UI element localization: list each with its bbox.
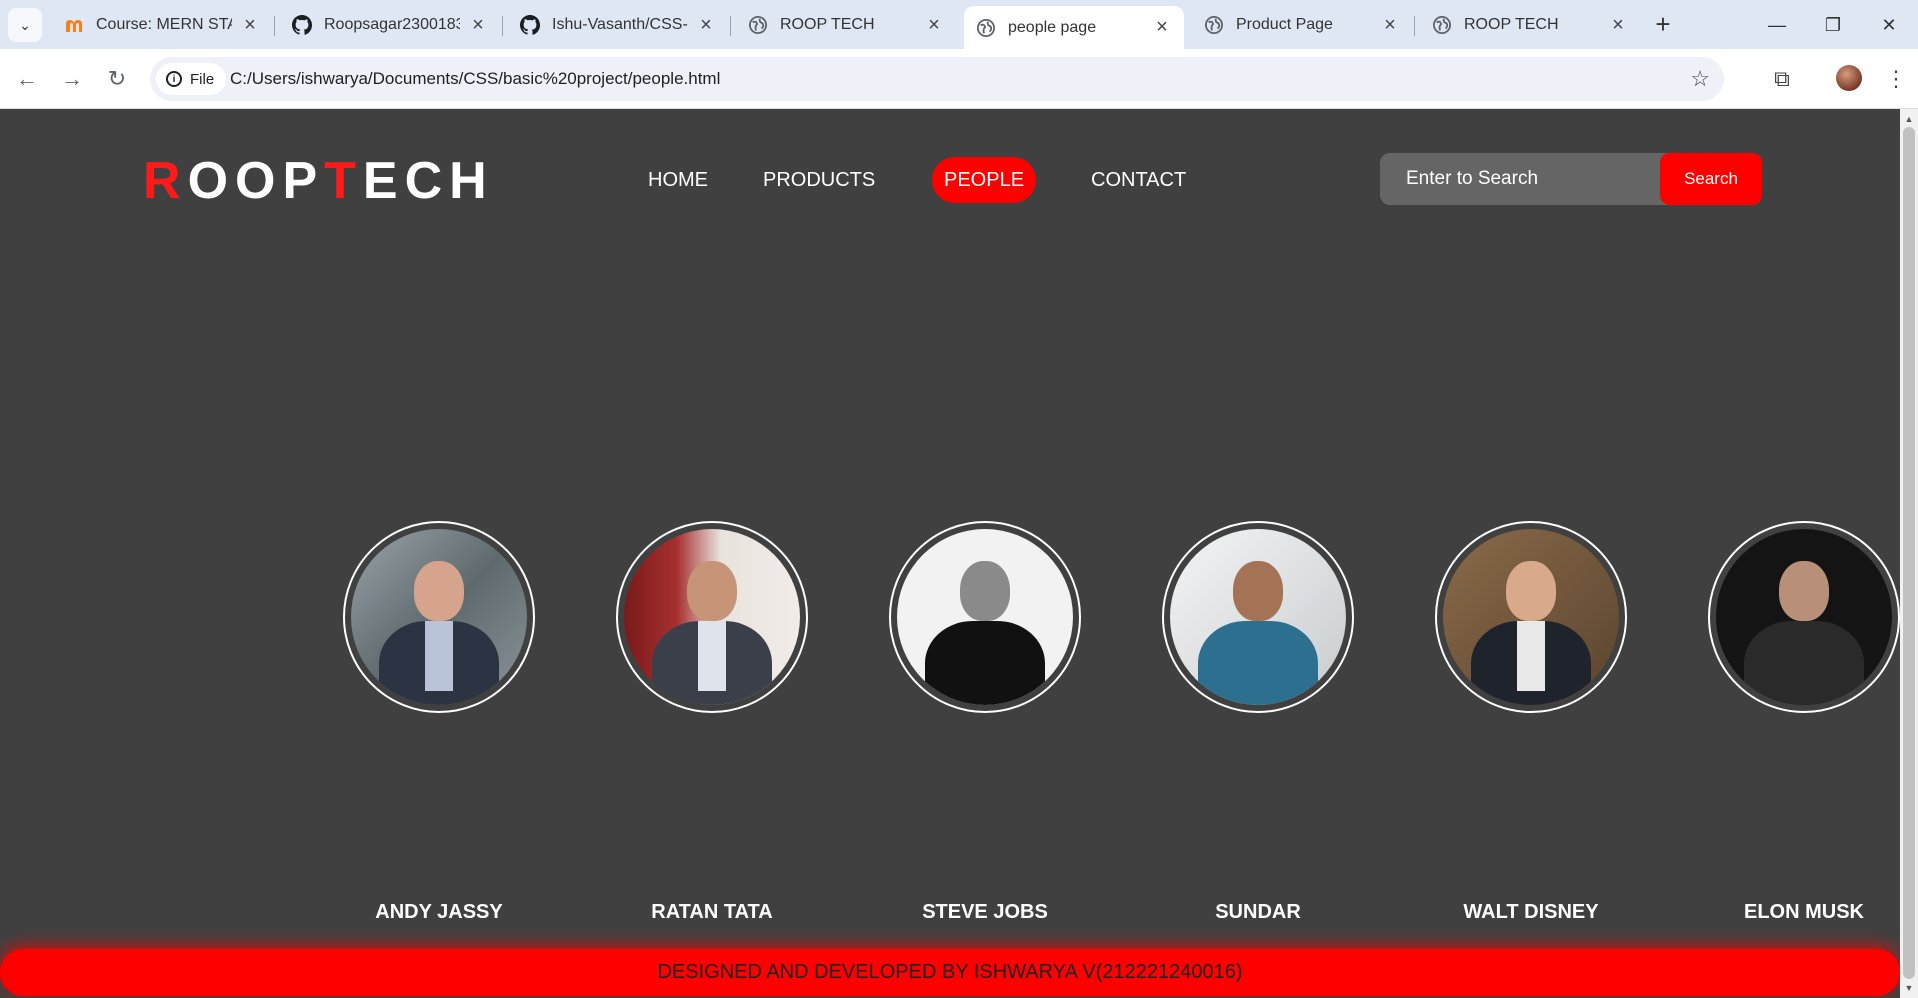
tab-rooptech-2[interactable]: ROOP TECH ×	[1420, 6, 1640, 44]
tab-divider	[1414, 16, 1415, 36]
reload-icon: ↻	[107, 66, 127, 91]
person-photo-frame	[1708, 521, 1900, 713]
tab-people-page[interactable]: people page ×	[964, 6, 1184, 49]
plus-icon: +	[1655, 9, 1671, 39]
logo-text-oop: OOP	[187, 152, 325, 210]
restore-icon: ❐	[1824, 15, 1842, 35]
globe-icon	[976, 18, 996, 38]
tab-label: Roopsagar23001830/	[324, 16, 460, 33]
bookmark-star-icon[interactable]: ☆	[1690, 66, 1710, 92]
tab-label: Ishu-Vasanth/CSS-BA	[552, 16, 688, 33]
tab-course[interactable]: Course: MERN STACK ×	[52, 6, 272, 44]
person-photo	[1170, 529, 1346, 705]
logo-letter-r: R	[143, 152, 188, 210]
url-text[interactable]: C:/Users/ishwarya/Documents/CSS/basic%20…	[230, 69, 720, 89]
person-name: WALT DISNEY	[1463, 901, 1599, 923]
person-photo	[1716, 529, 1892, 705]
scroll-down-icon[interactable]: ▼	[1900, 980, 1918, 996]
close-icon[interactable]: ×	[1380, 14, 1400, 37]
nav-home[interactable]: HOME	[636, 157, 720, 203]
person-name: ELON MUSK	[1744, 901, 1864, 923]
person-photo-frame	[343, 521, 535, 713]
person-name: RATAN TATA	[651, 901, 773, 923]
site-info-chip[interactable]: i File	[156, 63, 227, 95]
moodle-icon	[64, 15, 84, 35]
tab-label: Product Page	[1236, 16, 1333, 33]
page-viewport: ROOPTECH HOME PRODUCTS PEOPLE CONTACT Se…	[0, 109, 1900, 998]
page-scrollbar[interactable]: ▲ ▼	[1900, 109, 1918, 998]
extensions-icon[interactable]: ⧉	[1766, 63, 1798, 95]
footer-text: DESIGNED AND DEVELOPED BY ISHWARYA V(212…	[657, 961, 1243, 983]
person-name: STEVE JOBS	[922, 901, 1048, 923]
person-photo-frame	[1162, 521, 1354, 713]
info-icon: i	[166, 71, 182, 87]
logo-text-ech: ECH	[362, 152, 494, 210]
menu-dots-icon[interactable]: ⋮	[1880, 63, 1912, 95]
close-icon[interactable]: ×	[924, 14, 944, 37]
tab-label: people page	[1008, 18, 1097, 36]
github-icon	[292, 15, 312, 35]
site-footer: DESIGNED AND DEVELOPED BY ISHWARYA V(212…	[0, 949, 1900, 996]
person-photo	[624, 529, 800, 705]
close-icon[interactable]: ×	[1608, 14, 1628, 37]
address-bar[interactable]: i File C:/Users/ishwarya/Documents/CSS/b…	[150, 57, 1724, 101]
reload-button[interactable]: ↻	[101, 63, 133, 95]
scroll-up-icon[interactable]: ▲	[1900, 111, 1918, 127]
new-tab-button[interactable]: +	[1648, 10, 1678, 40]
person-photo-frame	[889, 521, 1081, 713]
nav-contact[interactable]: CONTACT	[1079, 157, 1198, 203]
globe-icon	[1204, 15, 1224, 35]
person-photo-frame	[1435, 521, 1627, 713]
chevron-down-icon: ⌄	[19, 16, 31, 33]
minimize-button[interactable]: —	[1762, 10, 1792, 40]
nav-products[interactable]: PRODUCTS	[751, 157, 887, 203]
person-photo	[351, 529, 527, 705]
search-form: Search	[1380, 153, 1762, 205]
globe-icon	[748, 15, 768, 35]
tab-search-button[interactable]: ⌄	[8, 8, 42, 42]
tab-github-ishu[interactable]: Ishu-Vasanth/CSS-BA ×	[508, 6, 728, 44]
close-icon[interactable]: ×	[468, 14, 488, 37]
tab-label: ROOP TECH	[1464, 16, 1559, 33]
person-photo	[897, 529, 1073, 705]
person-name: ANDY JASSY	[375, 901, 503, 923]
scrollbar-thumb[interactable]	[1903, 127, 1915, 979]
profile-avatar[interactable]	[1836, 65, 1862, 91]
browser-toolbar: ← → ↻ i File C:/Users/ishwarya/Documents…	[0, 49, 1918, 109]
tab-divider	[274, 16, 275, 36]
forward-button[interactable]: →	[56, 63, 88, 95]
person-name: SUNDAR	[1215, 901, 1301, 923]
github-icon	[520, 15, 540, 35]
close-icon[interactable]: ×	[240, 14, 260, 37]
tab-divider	[730, 16, 731, 36]
tab-strip: ⌄ Course: MERN STACK × Roopsagar23001830…	[0, 0, 1918, 49]
back-button[interactable]: ←	[11, 63, 43, 95]
tab-github-roopsagar[interactable]: Roopsagar23001830/ ×	[280, 6, 500, 44]
close-icon[interactable]: ×	[696, 14, 716, 37]
person-photo-frame	[616, 521, 808, 713]
person-photo	[1443, 529, 1619, 705]
file-chip-label: File	[190, 70, 215, 88]
search-input[interactable]	[1380, 153, 1660, 205]
search-button[interactable]: Search	[1660, 153, 1762, 205]
arrow-right-icon: →	[61, 66, 83, 91]
tab-label: Course: MERN STACK	[96, 16, 232, 33]
tab-divider	[502, 16, 503, 36]
logo-letter-t: T	[324, 152, 363, 210]
globe-icon	[1432, 15, 1452, 35]
close-window-button[interactable]: ✕	[1874, 10, 1904, 40]
site-logo[interactable]: ROOPTECH	[143, 151, 494, 211]
tab-product-page[interactable]: Product Page ×	[1192, 6, 1412, 44]
arrow-left-icon: ←	[16, 66, 38, 91]
tab-label: ROOP TECH	[780, 16, 875, 33]
minimize-icon: —	[1768, 15, 1786, 35]
restore-button[interactable]: ❐	[1818, 10, 1848, 40]
close-icon[interactable]: ×	[1152, 16, 1172, 39]
nav-people[interactable]: PEOPLE	[932, 157, 1037, 203]
tab-rooptech-1[interactable]: ROOP TECH ×	[736, 6, 956, 44]
close-icon: ✕	[1881, 15, 1897, 35]
